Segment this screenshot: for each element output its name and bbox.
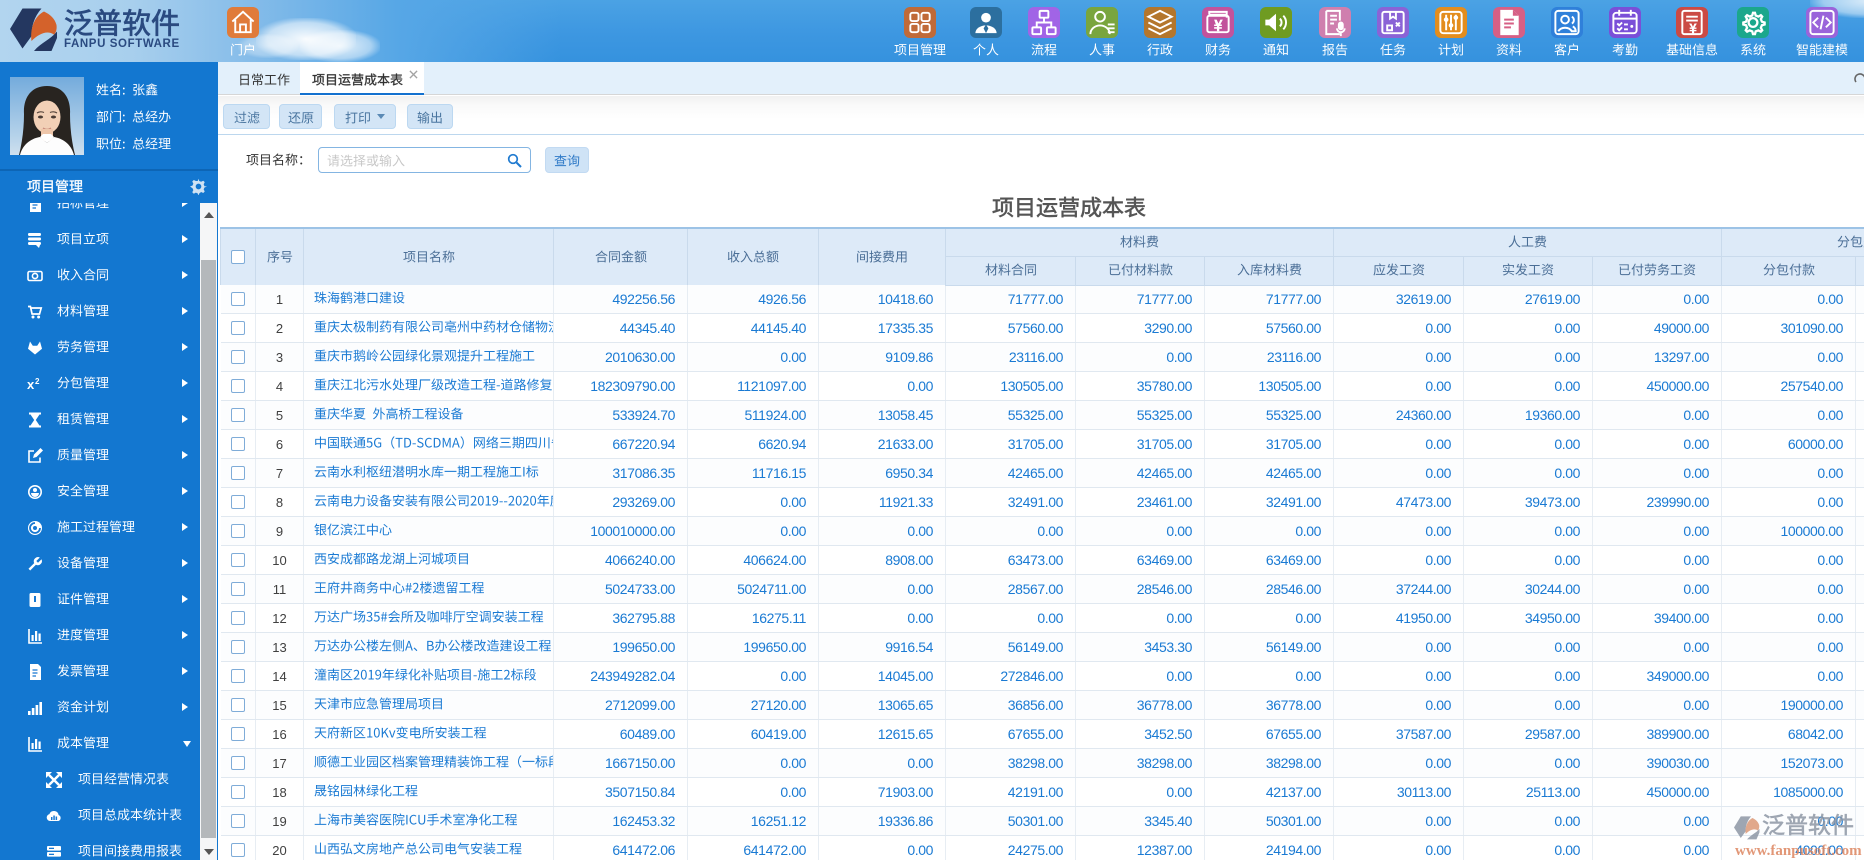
svg-text:x: x: [27, 377, 35, 392]
svg-text:2: 2: [35, 377, 40, 386]
